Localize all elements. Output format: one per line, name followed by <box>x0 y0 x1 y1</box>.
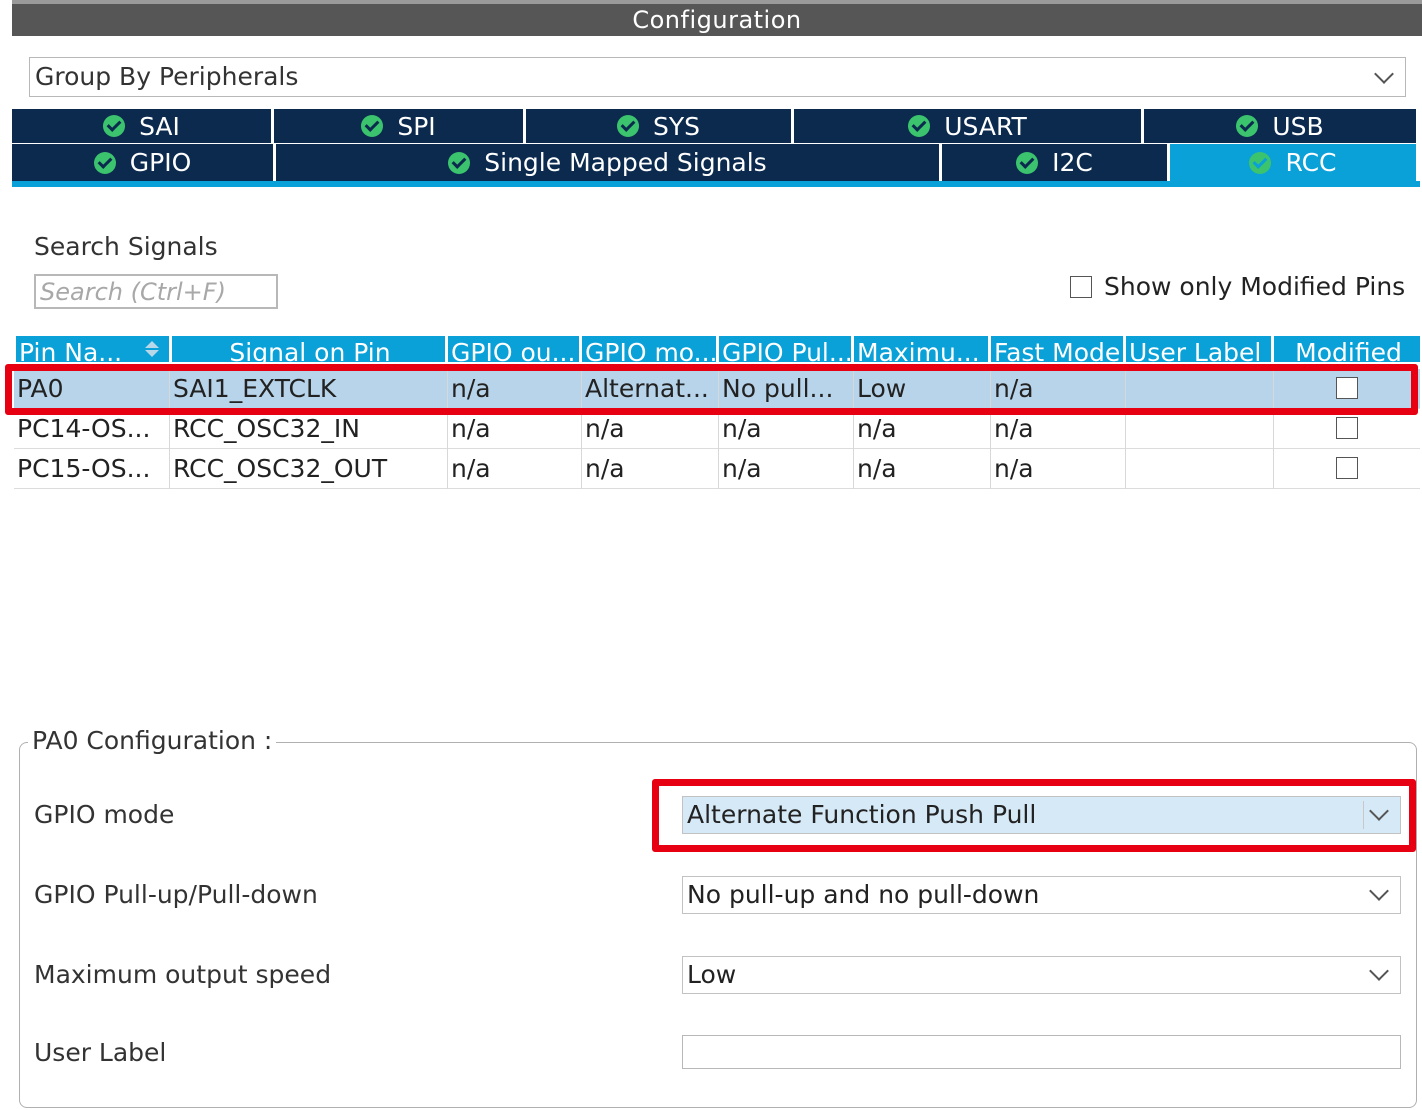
show-modified-checkbox[interactable] <box>1070 275 1092 298</box>
tab-label: SAI <box>139 111 180 141</box>
modified-checkbox[interactable] <box>1336 457 1358 479</box>
column-header-fast-mode[interactable]: Fast Mode <box>991 336 1126 362</box>
cell-gpio-pull: n/a <box>719 449 854 489</box>
check-icon <box>93 151 116 174</box>
cell-gpio-output: n/a <box>448 449 582 489</box>
gpio-pull-value: No pull-up and no pull-down <box>687 880 1040 909</box>
column-header-gpio-output[interactable]: GPIO ou... <box>448 336 582 362</box>
tab-i2c[interactable]: I2C <box>942 144 1170 181</box>
cell-modified <box>1274 409 1420 449</box>
tab-label: GPIO <box>129 148 192 177</box>
pin-configuration-legend: PA0 Configuration : <box>28 726 277 755</box>
gpio-mode-label: GPIO mode <box>34 800 175 829</box>
check-icon <box>1016 151 1039 174</box>
max-speed-label: Maximum output speed <box>34 960 332 989</box>
tab-label: USB <box>1272 111 1324 141</box>
check-icon <box>361 115 384 137</box>
cell-signal: RCC_OSC32_IN <box>170 409 448 449</box>
user-label-label: User Label <box>34 1038 167 1067</box>
tab-underline <box>12 181 1420 187</box>
peripheral-tabs: SAI SPI SYS USART USB GPIO Single Mapped… <box>12 109 1420 187</box>
window-title: Configuration <box>12 0 1422 36</box>
check-icon <box>908 115 931 137</box>
highlight-box-selected-row <box>5 364 1418 415</box>
sort-icon <box>145 341 159 357</box>
group-by-select[interactable]: Group By Peripherals <box>29 57 1406 97</box>
cell-max-speed: n/a <box>854 449 991 489</box>
tab-sai[interactable]: SAI <box>12 109 274 143</box>
tab-usart[interactable]: USART <box>794 109 1144 143</box>
tab-label: I2C <box>1052 148 1093 177</box>
cell-modified <box>1274 449 1420 489</box>
cell-fast-mode: n/a <box>991 449 1126 489</box>
max-speed-select[interactable]: Low <box>682 956 1401 994</box>
highlight-box-gpio-mode <box>652 779 1416 852</box>
group-by-value: Group By Peripherals <box>35 62 299 91</box>
column-header-signal[interactable]: Signal on Pin <box>172 336 448 362</box>
check-icon <box>448 151 471 174</box>
cell-gpio-mode: n/a <box>582 449 719 489</box>
table-header: Pin Na... Signal on Pin GPIO ou... GPIO … <box>16 336 1420 362</box>
chevron-down-icon <box>1369 961 1389 981</box>
cell-fast-mode: n/a <box>991 409 1126 449</box>
tab-label: RCC <box>1285 148 1337 177</box>
chevron-down-icon <box>1374 64 1394 84</box>
table-row[interactable]: PC15-OS... RCC_OSC32_OUT n/a n/a n/a n/a… <box>14 449 1420 489</box>
check-icon <box>1236 115 1259 137</box>
cell-user-label <box>1126 409 1274 449</box>
table-row[interactable]: PC14-OS... RCC_OSC32_IN n/a n/a n/a n/a … <box>14 409 1420 449</box>
cell-user-label <box>1126 449 1274 489</box>
cell-pin: PC14-OS... <box>14 409 170 449</box>
check-icon <box>1249 151 1272 174</box>
tab-sys[interactable]: SYS <box>526 109 794 143</box>
column-header-pin-name[interactable]: Pin Na... <box>16 336 172 362</box>
tab-gpio[interactable]: GPIO <box>12 144 276 181</box>
column-header-user-label[interactable]: User Label <box>1126 336 1274 362</box>
tab-label: USART <box>944 111 1027 141</box>
chevron-down-icon <box>1369 881 1389 901</box>
tab-single-mapped-signals[interactable]: Single Mapped Signals <box>276 144 942 181</box>
gpio-pull-label: GPIO Pull-up/Pull-down <box>34 880 318 909</box>
cell-gpio-mode: n/a <box>582 409 719 449</box>
tab-spi[interactable]: SPI <box>274 109 526 143</box>
tab-rcc[interactable]: RCC <box>1170 144 1416 181</box>
column-header-gpio-mode[interactable]: GPIO mo... <box>582 336 719 362</box>
show-modified-toggle[interactable]: Show only Modified Pins <box>1070 272 1405 301</box>
show-modified-label: Show only Modified Pins <box>1104 272 1406 301</box>
tab-label: Single Mapped Signals <box>484 148 767 177</box>
cell-gpio-output: n/a <box>448 409 582 449</box>
modified-checkbox[interactable] <box>1336 417 1358 439</box>
max-speed-value: Low <box>687 960 737 989</box>
search-signals-label: Search Signals <box>34 232 218 261</box>
cell-gpio-pull: n/a <box>719 409 854 449</box>
cell-max-speed: n/a <box>854 409 991 449</box>
search-input[interactable] <box>34 274 278 309</box>
check-icon <box>616 115 639 137</box>
tab-label: SYS <box>652 111 700 141</box>
tab-label: SPI <box>397 111 436 141</box>
cell-pin: PC15-OS... <box>14 449 170 489</box>
column-header-gpio-pull[interactable]: GPIO Pul... <box>719 336 854 362</box>
cell-signal: RCC_OSC32_OUT <box>170 449 448 489</box>
check-icon <box>103 115 126 137</box>
column-header-max-speed[interactable]: Maximu... <box>854 336 991 362</box>
column-header-modified[interactable]: Modified <box>1274 336 1420 362</box>
tab-usb[interactable]: USB <box>1144 109 1416 143</box>
gpio-pull-select[interactable]: No pull-up and no pull-down <box>682 876 1401 914</box>
user-label-input[interactable] <box>682 1035 1401 1069</box>
